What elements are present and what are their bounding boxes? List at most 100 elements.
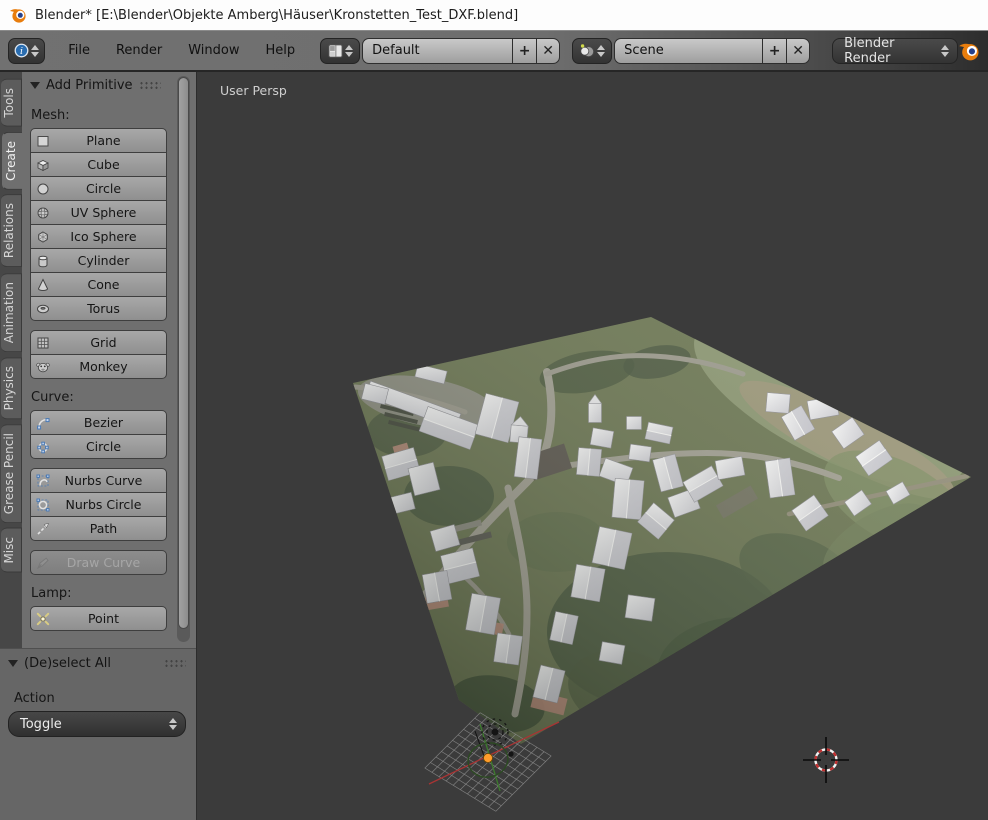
editor-type-selector[interactable]: i [8,38,45,64]
deselect-all-panel-header[interactable]: (De)select All [0,649,196,675]
torus-icon [35,301,51,317]
tool-button-circle[interactable]: Circle [30,176,167,201]
viewport-scene[interactable] [197,72,988,820]
button-group: Point [30,606,167,631]
tool-shelf-region: Tools Create Relations Animation Physics Grea… [0,72,196,820]
small-object [508,751,513,756]
add-screen-layout-button[interactable]: + [512,38,536,64]
window-title: Blender* [E:\Blender\Objekte Amberg\Häus… [35,8,518,23]
tool-button-label: Cone [31,277,166,292]
render-engine-value: Blender Render [844,36,941,66]
main-workspace: Tools Create Relations Animation Physics Grea… [0,72,988,820]
screen-layout-name-field[interactable]: Default [362,38,512,64]
info-header: i FileRenderWindowHelp Default + ✕ [0,31,988,72]
tool-button-ico-sphere[interactable]: Ico Sphere [30,224,167,249]
scene-name-field[interactable]: Scene [614,38,762,64]
svg-text:i: i [20,46,23,57]
menu-bar: FileRenderWindowHelp [55,38,308,63]
cube-icon [35,157,51,173]
tool-button-label: Bezier [31,415,166,430]
panel-collapse-triangle-icon[interactable] [30,82,40,89]
tool-button-bezier[interactable]: Bezier [30,410,167,435]
tab-animation[interactable]: Animation [1,273,22,352]
tool-button-draw-curve[interactable]: Draw Curve [30,550,167,575]
tab-relations[interactable]: Relations [1,194,22,267]
tool-button-path[interactable]: Path [30,516,167,541]
screen-layout-group: Default + ✕ [320,38,560,64]
button-group: Nurbs CurveNurbs Circle Path [30,468,167,541]
tool-button-label: Point [31,611,166,626]
tool-button-point[interactable]: Point [30,606,167,631]
scene-icon [579,43,595,58]
blender-logo-icon [9,6,27,24]
scene-group: Scene + ✕ [572,38,810,64]
window-titlebar: Blender* [E:\Blender\Objekte Amberg\Häus… [0,0,988,31]
tool-button-label: Plane [31,133,166,148]
nurbscurve-icon [35,473,51,489]
nurbscircle-icon [35,497,51,513]
tool-button-torus[interactable]: Torus [30,296,167,321]
tool-button-uv-sphere[interactable]: UV Sphere [30,200,167,225]
tool-button-cylinder[interactable]: Cylinder [30,248,167,273]
panel-grip-icon[interactable] [164,659,186,668]
menu-help[interactable]: Help [253,38,309,63]
blender-splash-logo-icon[interactable] [958,39,980,63]
screen-layout-browser[interactable] [320,38,360,64]
circle-icon [35,181,51,197]
object-origin-point[interactable] [484,754,493,763]
tool-shelf-tabs: Tools Create Relations Animation Physics Grea… [0,72,22,648]
tab-grease-pencil[interactable]: Grease Pencil [1,424,22,523]
operator-redo-panel: (De)select All Action Toggle [0,648,196,820]
add-primitive-panel-header[interactable]: Add Primitive [22,72,196,97]
delete-scene-button[interactable]: ✕ [786,38,810,64]
tool-button-circle[interactable]: Circle [30,434,167,459]
icosphere-icon [35,229,51,245]
editor-selector-arrows [31,45,39,57]
redo-panel-title: (De)select All [24,656,111,671]
tool-button-cone[interactable]: Cone [30,272,167,297]
plane-icon [35,133,51,149]
tool-button-label: Grid [31,335,166,350]
tool-button-plane[interactable]: Plane [30,128,167,153]
delete-screen-layout-button[interactable]: ✕ [536,38,560,64]
button-group: Bezier Circle [30,410,167,459]
tool-button-monkey[interactable]: Monkey [30,354,167,379]
tool-button-label: Circle [31,439,166,454]
tool-button-nurbs-circle[interactable]: Nurbs Circle [30,492,167,517]
cylinder-icon [35,253,51,269]
render-engine-dropdown[interactable]: Blender Render [832,38,958,64]
action-dropdown[interactable]: Toggle [8,711,186,737]
tool-button-label: Cylinder [31,253,166,268]
viewport-3d[interactable]: User Persp [196,72,988,820]
scene-browser[interactable] [572,38,612,64]
scene-browser-arrows [597,45,605,57]
tab-tools[interactable]: Tools [1,79,22,127]
tool-shelf-scrollbar[interactable] [177,76,190,642]
tool-button-label: Path [31,521,166,536]
tab-create[interactable]: Create [2,132,23,190]
tool-button-grid[interactable]: Grid [30,330,167,355]
tool-button-label: Monkey [31,359,166,374]
action-dropdown-arrows [169,718,177,730]
lamp-object-center[interactable] [492,729,499,736]
tab-physics[interactable]: Physics [1,357,22,419]
menu-file[interactable]: File [55,38,103,63]
drawcurve-icon [35,555,51,571]
tool-button-label: Torus [31,301,166,316]
scrollbar-thumb[interactable] [178,77,189,629]
menu-render[interactable]: Render [103,38,175,63]
button-group: Grid Monkey [30,330,167,379]
panel-collapse-triangle-icon[interactable] [8,660,18,667]
cursor-3d[interactable] [803,737,849,783]
tab-misc[interactable]: Misc [1,528,22,573]
action-label: Action [14,691,196,706]
panel-title: Add Primitive [46,78,133,93]
path-icon [35,521,51,537]
tool-button-cube[interactable]: Cube [30,152,167,177]
add-scene-button[interactable]: + [762,38,786,64]
tool-button-nurbs-curve[interactable]: Nurbs Curve [30,468,167,493]
cone-icon [35,277,51,293]
screen-layout-icon [328,44,343,58]
menu-window[interactable]: Window [175,38,252,63]
panel-grip-icon[interactable] [139,81,161,90]
